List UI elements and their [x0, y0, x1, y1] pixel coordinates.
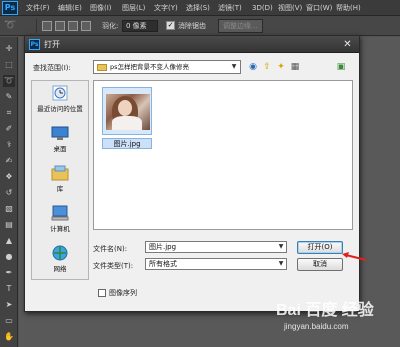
menu-type[interactable]: 文字(Y) [154, 0, 178, 16]
dialog-titlebar[interactable]: Ps 打开 ✕ [25, 36, 359, 53]
new-selection-icon[interactable] [42, 21, 52, 31]
options-bar: ➰ 羽化: 0 像素 ✓ 消除锯齿 调整边缘... [0, 16, 400, 36]
look-in-dropdown[interactable]: ps怎样把背景不变人像修亮 ▼ [93, 60, 241, 74]
menu-3d[interactable]: 3D(D) [252, 0, 273, 16]
marquee-tool-icon[interactable]: ⬚ [3, 59, 15, 71]
preview-icon[interactable]: ▣ [335, 61, 347, 73]
red-arrow-icon [342, 252, 367, 261]
place-label: 计算机 [50, 225, 70, 233]
view-menu-icon[interactable]: ▦ [289, 61, 301, 73]
subtract-selection-icon[interactable] [68, 21, 78, 31]
file-name-label: 图片.jpg [102, 138, 152, 149]
menu-edit[interactable]: 编辑(E) [58, 0, 82, 16]
feather-label: 羽化: [102, 22, 119, 30]
folder-icon [97, 64, 107, 71]
place-recent[interactable]: 最近访问的位置 [32, 83, 88, 123]
place-computer[interactable]: 计算机 [32, 203, 88, 243]
lasso-tool-icon[interactable]: ➰ [3, 75, 15, 87]
filename-input[interactable]: 图片.jpg ▼ [145, 241, 287, 253]
place-label: 最近访问的位置 [37, 105, 83, 113]
open-dialog: Ps 打开 ✕ 查找范围(I): ps怎样把背景不变人像修亮 ▼ ◉ ⇧ ✦ ▦… [24, 35, 360, 312]
antialias-label: 消除锯齿 [178, 22, 206, 30]
options-divider [36, 19, 37, 33]
filename-label: 文件名(N): [93, 245, 128, 253]
look-in-value: ps怎样把背景不变人像修亮 [110, 63, 190, 71]
menu-select[interactable]: 选择(S) [186, 0, 210, 16]
tools-panel: ✛ ⬚ ➰ ✎ ⌗ ✐ ⚕ ✍ ❖ ↺ ▧ ▤ ▲ ● ✒ T ➤ ▭ ✋ [0, 37, 18, 347]
network-icon [52, 245, 68, 261]
filename-value: 图片.jpg [149, 243, 177, 251]
add-selection-icon[interactable] [55, 21, 65, 31]
file-list: 图片.jpg [93, 80, 353, 230]
intersect-selection-icon[interactable] [81, 21, 91, 31]
clone-stamp-tool-icon[interactable]: ❖ [3, 171, 15, 183]
menu-bar: Ps 文件(F) 编辑(E) 图像(I) 图层(L) 文字(Y) 选择(S) 滤… [0, 0, 400, 16]
close-icon[interactable]: ✕ [341, 38, 354, 51]
chevron-down-icon: ▼ [231, 63, 237, 70]
recent-places-icon [52, 85, 68, 101]
eraser-tool-icon[interactable]: ▧ [3, 203, 15, 215]
antialias-checkbox[interactable]: ✓ [166, 21, 175, 30]
chevron-down-icon: ▼ [278, 260, 284, 267]
type-tool-icon[interactable]: T [3, 283, 15, 295]
place-label: 桌面 [53, 145, 67, 153]
photoshop-icon: Ps [29, 39, 40, 50]
shape-tool-icon[interactable]: ▭ [3, 315, 15, 327]
place-desktop[interactable]: 桌面 [32, 123, 88, 163]
eyedropper-tool-icon[interactable]: ✐ [3, 123, 15, 135]
desktop-icon [51, 126, 69, 140]
move-tool-icon[interactable]: ✛ [3, 43, 15, 55]
baidu-logo: Bai 百度 经验 [276, 302, 374, 319]
up-folder-icon[interactable]: ⇧ [261, 61, 273, 73]
open-button[interactable]: 打开(O) [297, 241, 343, 254]
file-thumbnail [102, 87, 152, 135]
refine-edge-button[interactable]: 调整边缘... [218, 19, 263, 33]
pen-tool-icon[interactable]: ✒ [3, 267, 15, 279]
menu-window[interactable]: 窗口(W) [306, 0, 332, 16]
image-sequence-checkbox[interactable] [98, 289, 106, 297]
back-icon[interactable]: ◉ [247, 61, 259, 73]
path-select-tool-icon[interactable]: ➤ [3, 299, 15, 311]
libraries-icon [51, 165, 69, 181]
place-label: 库 [56, 185, 64, 193]
look-in-label: 查找范围(I): [33, 64, 71, 72]
place-label: 网络 [53, 265, 67, 273]
filetype-select[interactable]: 所有格式 ▼ [145, 258, 287, 270]
computer-icon [51, 205, 69, 221]
menu-view[interactable]: 视图(V) [278, 0, 302, 16]
watermark-url: jingyan.baidu.com [284, 322, 349, 331]
photoshop-logo: Ps [2, 1, 18, 15]
dodge-tool-icon[interactable]: ● [3, 251, 15, 263]
dialog-title: 打开 [44, 40, 60, 49]
filetype-value: 所有格式 [149, 260, 177, 268]
file-item[interactable]: 图片.jpg [100, 85, 154, 157]
place-network[interactable]: 网络 [32, 243, 88, 283]
crop-tool-icon[interactable]: ⌗ [3, 107, 15, 119]
menu-file[interactable]: 文件(F) [26, 0, 50, 16]
places-bar: 最近访问的位置 桌面 库 计算机 网络 [31, 80, 89, 280]
gradient-tool-icon[interactable]: ▤ [3, 219, 15, 231]
cancel-button[interactable]: 取消 [297, 258, 343, 271]
new-folder-icon[interactable]: ✦ [275, 61, 287, 73]
feather-input[interactable]: 0 像素 [122, 20, 158, 32]
baidu-watermark: Bai 百度 经验 jingyan.baidu.com [276, 302, 396, 344]
healing-brush-tool-icon[interactable]: ⚕ [3, 139, 15, 151]
chevron-down-icon[interactable]: ▼ [277, 242, 285, 252]
menu-help[interactable]: 帮助(H) [336, 0, 361, 16]
image-sequence-label: 图像序列 [109, 289, 137, 297]
history-brush-tool-icon[interactable]: ↺ [3, 187, 15, 199]
place-libraries[interactable]: 库 [32, 163, 88, 203]
menu-filter[interactable]: 滤镜(T) [218, 0, 242, 16]
portrait-thumbnail-image [106, 94, 150, 130]
quick-select-tool-icon[interactable]: ✎ [3, 91, 15, 103]
lasso-tool-icon[interactable]: ➰ [4, 19, 22, 33]
hand-tool-icon[interactable]: ✋ [3, 331, 15, 343]
brush-tool-icon[interactable]: ✍ [3, 155, 15, 167]
filetype-label: 文件类型(T): [93, 262, 134, 270]
menu-image[interactable]: 图像(I) [90, 0, 112, 16]
menu-layer[interactable]: 图层(L) [122, 0, 145, 16]
blur-tool-icon[interactable]: ▲ [3, 235, 15, 247]
